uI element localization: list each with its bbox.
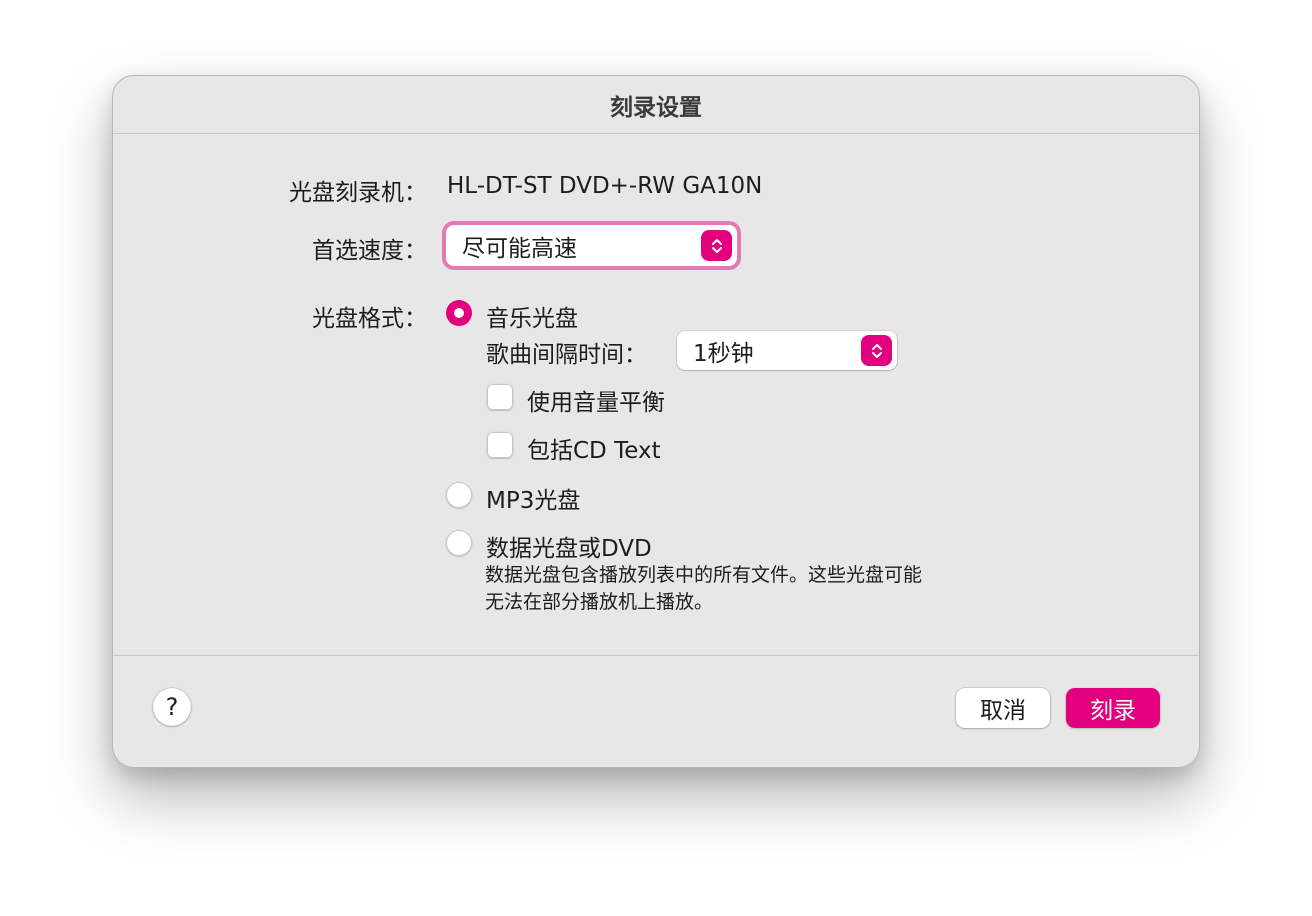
mp3-cd-label[interactable]: MP3光盘	[486, 481, 580, 515]
sound-check-checkbox[interactable]	[487, 384, 513, 410]
footer-divider	[113, 655, 1199, 656]
updown-chevron-icon	[701, 230, 732, 261]
cd-text-label[interactable]: 包括CD Text	[527, 431, 661, 465]
radio-audio-cd[interactable]	[446, 300, 472, 326]
song-gap-label: 歌曲间隔时间：	[486, 342, 647, 368]
burner-value: HL-DT-ST DVD+-RW GA10N	[447, 173, 763, 199]
song-gap-select[interactable]: 1秒钟	[677, 331, 897, 370]
speed-select[interactable]: 尽可能高速	[446, 225, 737, 266]
data-disc-description-line1: 数据光盘包含播放列表中的所有文件。这些光盘可能	[485, 564, 923, 586]
burn-settings-dialog: 刻录设置 光盘刻录机： HL-DT-ST DVD+-RW GA10N 首选速度：…	[112, 75, 1200, 768]
burner-label: 光盘刻录机：	[289, 180, 427, 206]
radio-mp3-cd[interactable]	[446, 482, 472, 508]
data-disc-description: 数据光盘包含播放列表中的所有文件。这些光盘可能 无法在部分播放机上播放。	[485, 562, 922, 616]
radio-data-disc[interactable]	[446, 530, 472, 556]
dialog-title: 刻录设置	[113, 76, 1199, 134]
burn-button[interactable]: 刻录	[1066, 688, 1160, 728]
help-button[interactable]: ?	[153, 688, 191, 726]
speed-label: 首选速度：	[312, 238, 427, 264]
audio-cd-label[interactable]: 音乐光盘	[486, 299, 578, 333]
data-disc-description-line2: 无法在部分播放机上播放。	[485, 591, 714, 613]
sound-check-label[interactable]: 使用音量平衡	[527, 383, 665, 417]
updown-chevron-icon	[861, 335, 892, 366]
speed-select-value: 尽可能高速	[462, 235, 577, 262]
cancel-button[interactable]: 取消	[956, 688, 1050, 728]
format-label: 光盘格式：	[312, 306, 427, 332]
song-gap-select-value: 1秒钟	[693, 340, 754, 367]
cd-text-checkbox[interactable]	[487, 432, 513, 458]
data-disc-label[interactable]: 数据光盘或DVD	[486, 529, 652, 563]
